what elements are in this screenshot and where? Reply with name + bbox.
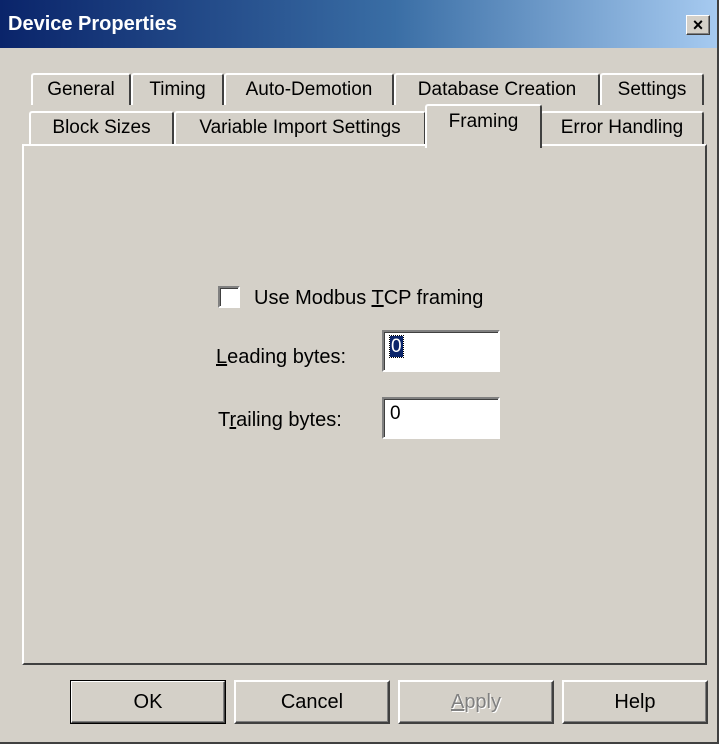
framing-tab-panel bbox=[22, 144, 707, 665]
tab-database-creation[interactable]: Database Creation bbox=[394, 73, 600, 105]
tab-label: Database Creation bbox=[417, 79, 577, 100]
window-title: Device Properties bbox=[8, 13, 177, 35]
tab-label: Framing bbox=[448, 111, 519, 132]
tab-label: Auto-Demotion bbox=[245, 79, 373, 100]
modbus-tcp-framing-label[interactable]: Use Modbus TCP framing bbox=[254, 287, 483, 309]
close-button[interactable]: × bbox=[686, 15, 710, 35]
cancel-label: Cancel bbox=[280, 691, 344, 713]
apply-label: pply bbox=[464, 691, 502, 713]
leading-bytes-input[interactable]: 0 bbox=[382, 330, 500, 372]
modbus-tcp-framing-checkbox[interactable] bbox=[218, 286, 240, 308]
device-properties-dialog: Device Properties × General Timing Auto-… bbox=[0, 0, 719, 744]
tab-timing[interactable]: Timing bbox=[131, 73, 224, 105]
help-button[interactable]: Help bbox=[562, 680, 708, 724]
ok-button[interactable]: OK bbox=[70, 680, 226, 724]
label-mnemonic: L bbox=[216, 346, 228, 368]
tab-variable-import-settings[interactable]: Variable Import Settings bbox=[174, 111, 426, 146]
apply-mnemonic: A bbox=[450, 691, 465, 713]
tab-auto-demotion[interactable]: Auto-Demotion bbox=[224, 73, 394, 105]
tab-general[interactable]: General bbox=[31, 73, 131, 105]
tab-settings[interactable]: Settings bbox=[600, 73, 704, 105]
help-label: Help bbox=[614, 691, 656, 713]
tab-label: Timing bbox=[149, 79, 206, 100]
tab-block-sizes[interactable]: Block Sizes bbox=[29, 111, 174, 146]
cancel-button[interactable]: Cancel bbox=[234, 680, 390, 724]
title-bar[interactable]: Device Properties × bbox=[0, 0, 717, 48]
leading-bytes-value: 0 bbox=[389, 335, 404, 358]
label-part: Use Modbus bbox=[254, 287, 372, 309]
label-part: CP framing bbox=[383, 287, 484, 309]
label-part: ailing bytes: bbox=[236, 409, 342, 431]
tab-label: Settings bbox=[617, 79, 687, 100]
label-part: T bbox=[218, 409, 230, 431]
trailing-bytes-label: Trailing bytes: bbox=[218, 409, 342, 431]
ok-label: OK bbox=[133, 691, 163, 713]
tab-label: Block Sizes bbox=[52, 117, 151, 138]
leading-bytes-label: Leading bytes: bbox=[216, 346, 346, 368]
apply-button[interactable]: Apply bbox=[398, 680, 554, 724]
tab-framing[interactable]: Framing bbox=[425, 104, 542, 148]
tab-label: General bbox=[47, 79, 115, 100]
label-part: eading bytes: bbox=[227, 346, 347, 368]
label-mnemonic: T bbox=[371, 287, 384, 309]
close-icon: × bbox=[692, 15, 704, 35]
tab-label: Error Handling bbox=[560, 117, 684, 138]
tab-label: Variable Import Settings bbox=[199, 117, 401, 138]
trailing-bytes-input[interactable]: 0 bbox=[382, 397, 500, 439]
trailing-bytes-value: 0 bbox=[390, 403, 401, 424]
tab-error-handling[interactable]: Error Handling bbox=[540, 111, 704, 146]
